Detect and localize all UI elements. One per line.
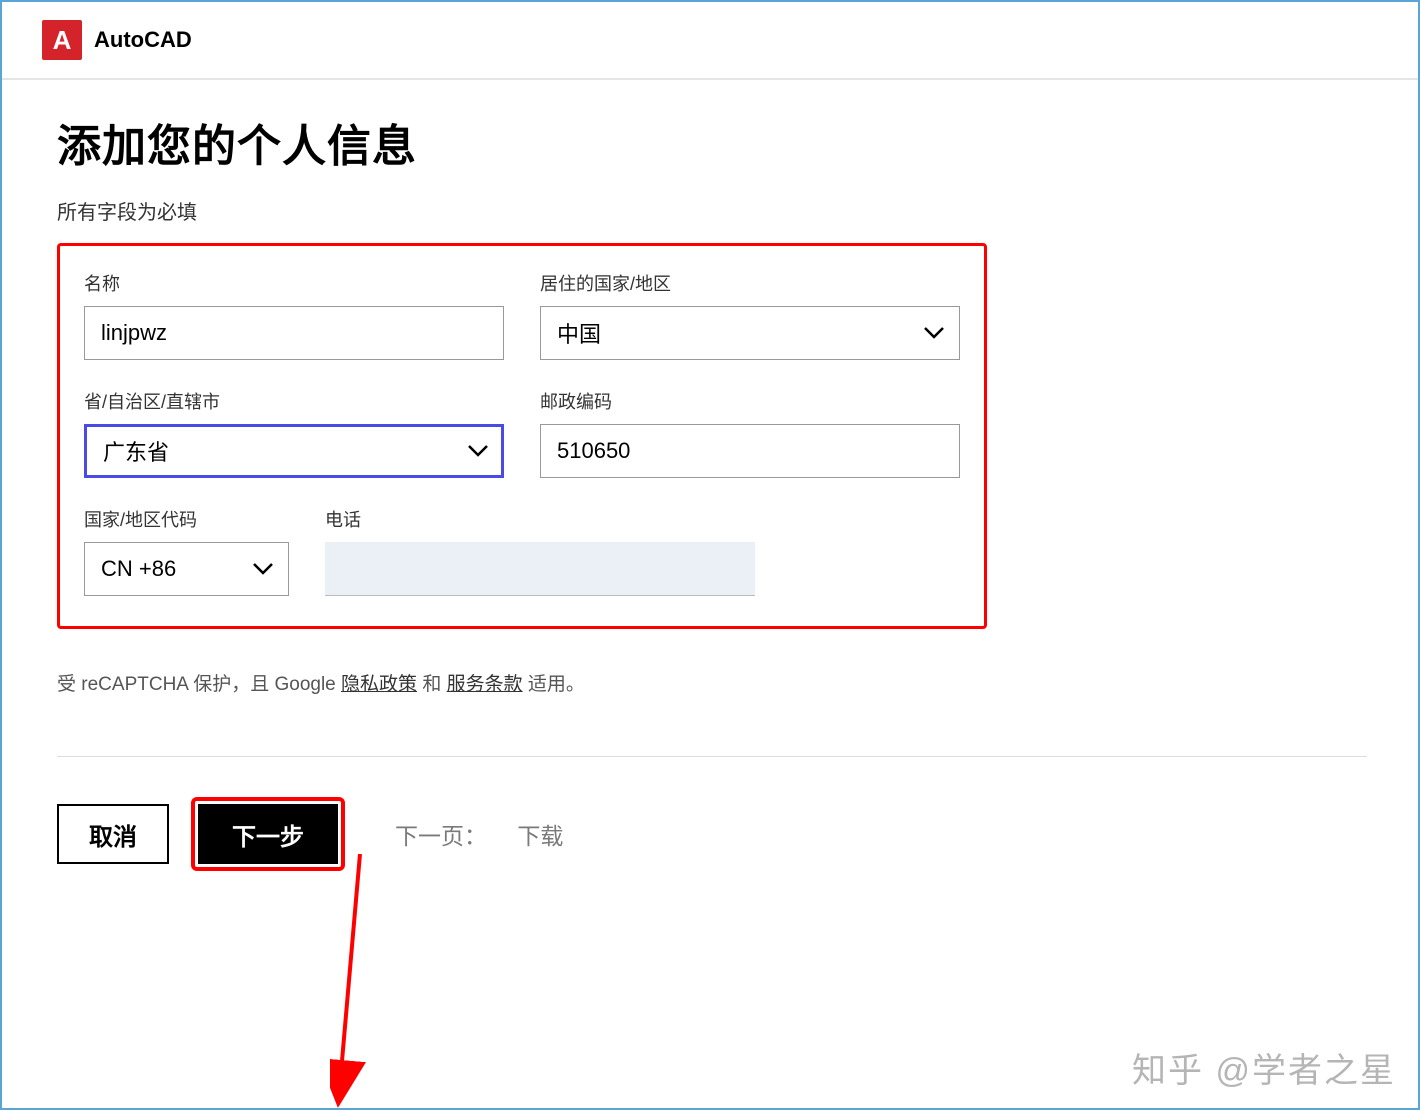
recaptcha-notice: 受 reCAPTCHA 保护，且 Google 隐私政策 和 服务条款 适用。	[57, 669, 1363, 696]
privacy-policy-link[interactable]: 隐私政策	[341, 674, 417, 695]
divider	[57, 756, 1367, 757]
province-group: 省/自治区/直辖市	[84, 388, 504, 478]
logo-letter: A	[53, 25, 72, 56]
postal-group: 邮政编码	[540, 388, 960, 478]
page-title: 添加您的个人信息	[57, 110, 1363, 174]
next-page-value: 下载	[517, 823, 563, 849]
form-row: 国家/地区代码 电话	[84, 506, 960, 596]
dial-code-value[interactable]	[84, 542, 289, 596]
product-name: AutoCAD	[94, 27, 192, 53]
autocad-logo-icon: A	[42, 20, 82, 60]
country-group: 居住的国家/地区	[540, 270, 960, 360]
phone-label: 电话	[325, 506, 755, 532]
postal-label: 邮政编码	[540, 388, 960, 414]
form-row: 名称 居住的国家/地区	[84, 270, 960, 360]
next-page-hint: 下一页： 下载	[395, 817, 563, 851]
province-select-value[interactable]	[84, 424, 504, 478]
terms-link[interactable]: 服务条款	[447, 674, 523, 695]
main-content: 添加您的个人信息 所有字段为必填 名称 居住的国家/地区 省/自治区/直辖市	[2, 80, 1418, 901]
phone-input[interactable]	[325, 542, 755, 596]
form-row: 省/自治区/直辖市 邮政编码	[84, 388, 960, 478]
required-fields-note: 所有字段为必填	[57, 196, 1363, 225]
name-group: 名称	[84, 270, 504, 360]
app-header: A AutoCAD	[2, 2, 1418, 80]
country-select-value[interactable]	[540, 306, 960, 360]
dial-code-label: 国家/地区代码	[84, 506, 289, 532]
country-label: 居住的国家/地区	[540, 270, 960, 296]
name-input[interactable]	[84, 306, 504, 360]
recaptcha-mid: 和	[422, 674, 441, 695]
province-select[interactable]	[84, 424, 504, 478]
province-label: 省/自治区/直辖市	[84, 388, 504, 414]
footer-actions: 取消 下一步 下一页： 下载	[57, 797, 1363, 871]
recaptcha-suffix: 适用。	[528, 674, 585, 695]
postal-input[interactable]	[540, 424, 960, 478]
recaptcha-prefix: 受 reCAPTCHA 保护，且 Google	[57, 674, 341, 695]
next-page-label: 下一页：	[395, 823, 487, 849]
cancel-button[interactable]: 取消	[57, 804, 169, 864]
name-label: 名称	[84, 270, 504, 296]
annotation-arrow-icon	[330, 854, 390, 1114]
watermark: 知乎 @学者之星	[1132, 1043, 1396, 1092]
dial-code-select[interactable]	[84, 542, 289, 596]
phone-group: 电话	[325, 506, 755, 596]
country-select[interactable]	[540, 306, 960, 360]
next-button-highlight: 下一步	[191, 797, 345, 871]
next-button[interactable]: 下一步	[198, 804, 338, 864]
dial-code-group: 国家/地区代码	[84, 506, 289, 596]
form-highlight-box: 名称 居住的国家/地区 省/自治区/直辖市 邮政编码	[57, 243, 987, 629]
